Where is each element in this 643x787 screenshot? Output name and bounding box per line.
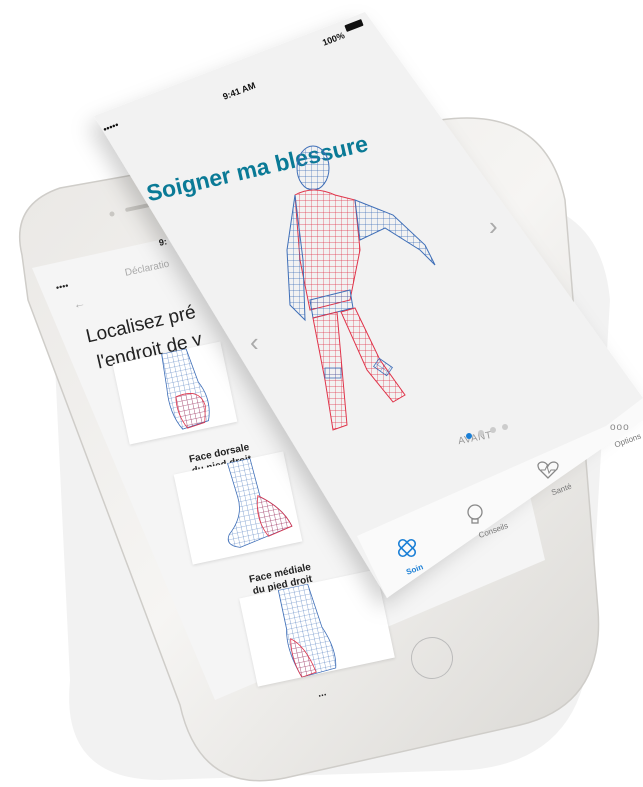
lightbulb-icon (467, 504, 483, 524)
heart-pulse-icon (537, 461, 559, 479)
more-icon: ooo (610, 422, 630, 433)
tab-sante[interactable]: Santé (537, 460, 577, 510)
tab-options-label: Options (613, 431, 643, 450)
page-dots (462, 424, 522, 445)
page-dot-2[interactable] (478, 430, 484, 436)
tab-conseils[interactable]: Conseils (462, 500, 512, 550)
body-model-front[interactable] (275, 140, 495, 440)
page-dot-4[interactable] (502, 424, 508, 430)
tab-options[interactable]: ooo Options (600, 420, 643, 460)
front-screen: ••••• 9:41 AM 100% Soigner ma blessure ‹… (0, 0, 643, 787)
tab-soin[interactable]: Soin (388, 535, 428, 585)
bandage-icon (397, 538, 417, 558)
page-dot-1[interactable] (466, 433, 472, 439)
tab-sante-label: Santé (550, 481, 573, 498)
page-dot-3[interactable] (490, 427, 496, 433)
tab-soin-label: Soin (404, 562, 425, 577)
prev-view-arrow[interactable]: ‹ (250, 327, 259, 358)
next-view-arrow[interactable]: › (489, 211, 498, 242)
